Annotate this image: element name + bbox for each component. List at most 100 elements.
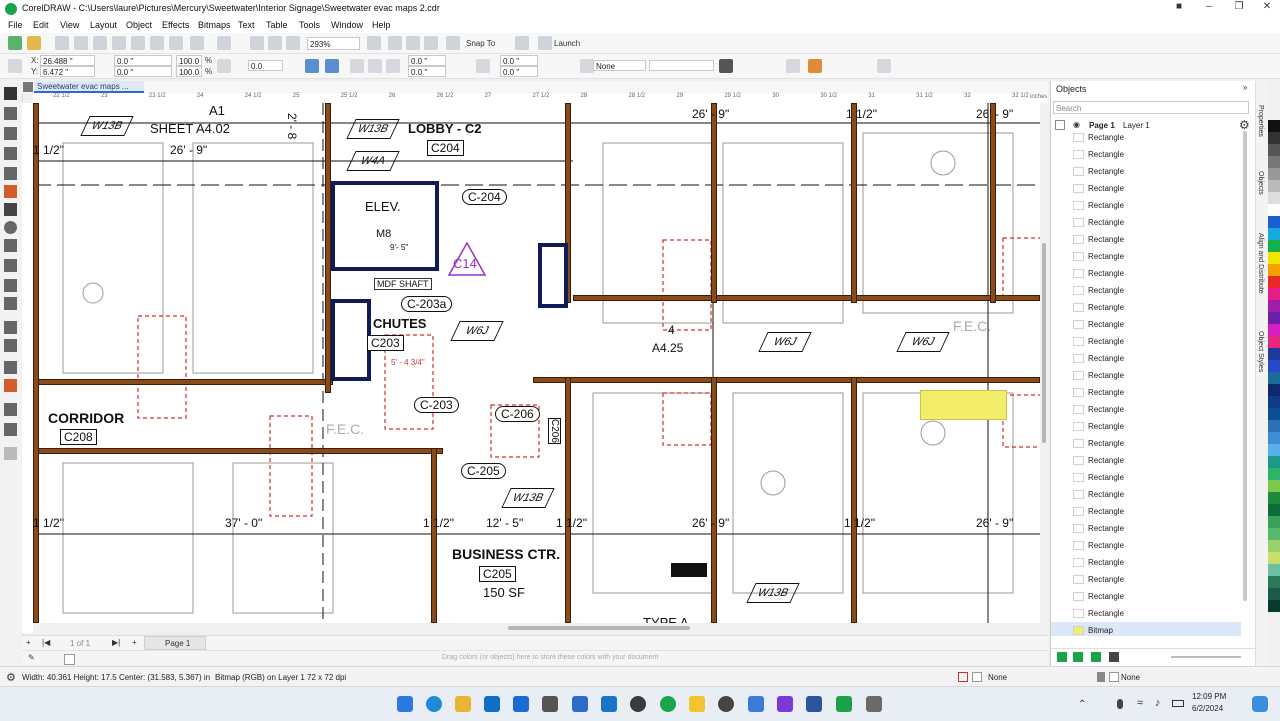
width-field[interactable]: 0.0 " <box>114 55 172 66</box>
color-swatch[interactable] <box>1268 372 1280 384</box>
rotation-angle-field[interactable]: 0.0 <box>248 60 283 71</box>
color-swatch[interactable] <box>1268 432 1280 444</box>
object-row[interactable]: Rectangle <box>1051 265 1241 282</box>
add-tool-icon[interactable] <box>4 447 17 460</box>
grid-icon[interactable] <box>424 36 438 50</box>
color-swatch[interactable] <box>1268 300 1280 312</box>
launch-icon[interactable] <box>538 36 552 50</box>
object-row[interactable]: Rectangle <box>1051 282 1241 299</box>
rulers-icon[interactable] <box>406 36 420 50</box>
color-swatch[interactable] <box>1268 360 1280 372</box>
first-page-icon[interactable]: |◀ <box>42 638 50 647</box>
color-swatch[interactable] <box>1268 408 1280 420</box>
object-styles-tab[interactable]: Object Styles <box>1257 331 1264 372</box>
corner-radius-2[interactable]: 0.0 " <box>408 66 446 77</box>
corner-radius-1[interactable]: 0.0 " <box>408 55 446 66</box>
object-row-selected[interactable]: Bitmap <box>1051 622 1241 636</box>
y-position-field[interactable]: 6.472 " <box>40 66 95 77</box>
menu-view[interactable]: View <box>60 20 79 30</box>
app-icon[interactable] <box>630 696 646 712</box>
color-swatch[interactable] <box>1268 288 1280 300</box>
minimize-button[interactable]: – <box>1198 1 1220 17</box>
file-explorer-icon[interactable] <box>455 696 471 712</box>
object-row[interactable]: Rectangle <box>1051 180 1241 197</box>
menu-tools[interactable]: Tools <box>299 20 320 30</box>
new-layer-icon[interactable] <box>1057 652 1067 662</box>
shape-tool-icon[interactable] <box>4 107 17 120</box>
color-swatch[interactable] <box>1268 144 1280 156</box>
color-swatch[interactable] <box>1268 396 1280 408</box>
edge-icon[interactable] <box>426 696 442 712</box>
copy-icon[interactable] <box>150 36 164 50</box>
smart-fill-icon[interactable] <box>4 403 17 416</box>
object-row[interactable]: Rectangle <box>1051 197 1241 214</box>
artistic-media-icon[interactable] <box>4 185 17 198</box>
color-swatch[interactable] <box>1268 348 1280 360</box>
color-swatch[interactable] <box>1268 540 1280 552</box>
object-row[interactable]: Rectangle <box>1051 214 1241 231</box>
thumbnail-size-slider[interactable] <box>1171 656 1241 658</box>
x-position-field[interactable]: 26.488 " <box>40 55 95 66</box>
object-row[interactable]: Rectangle <box>1051 299 1241 316</box>
object-list-scroll-thumb[interactable] <box>1243 131 1247 601</box>
object-row[interactable]: Rectangle <box>1051 469 1241 486</box>
height-field[interactable]: 0.0 " <box>114 66 172 77</box>
eye-icon[interactable]: ◉ <box>1073 120 1080 129</box>
tray-chevron-icon[interactable]: ⌃ <box>1078 699 1086 710</box>
mail-icon[interactable] <box>513 696 529 712</box>
home-icon[interactable] <box>23 82 33 92</box>
outline-pen-icon[interactable] <box>4 423 17 436</box>
paste-icon[interactable] <box>169 36 183 50</box>
pen-icon[interactable] <box>580 59 594 73</box>
color-swatch[interactable] <box>1268 228 1280 240</box>
object-row[interactable]: Rectangle <box>1051 350 1241 367</box>
rectangle-tool-icon[interactable] <box>4 203 17 216</box>
color-swatch[interactable] <box>1268 576 1280 588</box>
color-swatch[interactable] <box>1268 264 1280 276</box>
color-swatch[interactable] <box>1268 216 1280 228</box>
fill-indicator-icon[interactable] <box>958 672 968 682</box>
align-distribute-tab[interactable]: Align and Distribute <box>1257 233 1264 294</box>
drawing-canvas[interactable]: A1 SHEET A4.02 LOBBY - C2 C204 ELEV. M8 … <box>33 103 1040 623</box>
menu-help[interactable]: Help <box>372 20 391 30</box>
redo-icon[interactable] <box>217 36 231 50</box>
outline-width-field[interactable]: None <box>593 60 646 71</box>
object-row[interactable]: Rectangle <box>1051 248 1241 265</box>
color-swatch[interactable] <box>1268 516 1280 528</box>
pick-tool-icon[interactable] <box>4 87 17 100</box>
object-row[interactable]: Rectangle <box>1051 316 1241 333</box>
vertical-scrollbar[interactable] <box>1040 103 1048 623</box>
cut-icon[interactable] <box>131 36 145 50</box>
object-row[interactable]: Rectangle <box>1051 131 1241 146</box>
object-row[interactable]: Rectangle <box>1051 333 1241 350</box>
color-swatch[interactable] <box>1268 252 1280 264</box>
vertical-scroll-thumb[interactable] <box>1042 243 1046 443</box>
upload-icon[interactable] <box>93 36 107 50</box>
last-page-icon[interactable]: ▶| <box>112 638 120 647</box>
settings-icon[interactable] <box>866 696 882 712</box>
start-icon[interactable] <box>397 696 413 712</box>
menu-layout[interactable]: Layout <box>90 20 117 30</box>
scale-y-field[interactable]: 100.0 <box>176 66 202 77</box>
color-swatch[interactable] <box>1268 120 1280 132</box>
launch-dropdown[interactable]: Launch <box>554 39 580 48</box>
object-row[interactable]: Rectangle <box>1051 231 1241 248</box>
object-row[interactable]: Rectangle <box>1051 588 1241 605</box>
snap-to-dropdown[interactable]: Snap To <box>466 39 495 48</box>
object-row[interactable]: Rectangle <box>1051 163 1241 180</box>
app-icon[interactable] <box>601 696 617 712</box>
object-row[interactable]: Rectangle <box>1051 452 1241 469</box>
zoom-tool-icon[interactable] <box>4 147 17 160</box>
add-icon[interactable] <box>877 59 891 73</box>
color-swatch[interactable] <box>1268 468 1280 480</box>
ellipse-tool-icon[interactable] <box>4 221 17 234</box>
color-swatch[interactable] <box>1268 420 1280 432</box>
interactive-fill-icon[interactable] <box>4 379 17 392</box>
color-swatch[interactable] <box>1268 132 1280 144</box>
color-swatch[interactable] <box>1268 564 1280 576</box>
app-icon[interactable] <box>572 696 588 712</box>
add-page-end-icon[interactable]: + <box>132 638 137 647</box>
color-swatch[interactable] <box>1268 180 1280 192</box>
objects-tab[interactable]: Objects <box>1257 171 1264 195</box>
page-tab[interactable]: Page 1 <box>144 636 206 650</box>
